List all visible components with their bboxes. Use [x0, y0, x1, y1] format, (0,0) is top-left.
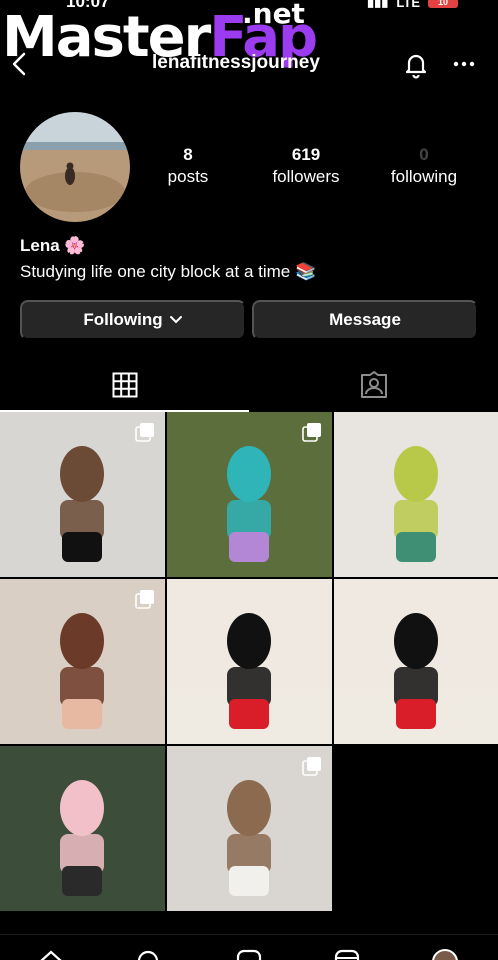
post-photo — [167, 579, 332, 744]
network-label: LTE — [396, 0, 420, 10]
followers-count: 619 — [291, 145, 321, 164]
following-button-label: Following — [83, 310, 163, 329]
followers-label: followers — [272, 167, 340, 186]
profile-avatar[interactable] — [20, 112, 130, 222]
multi-photo-icon — [302, 757, 321, 776]
post-thumbnail[interactable] — [0, 579, 165, 744]
bottom-nav — [0, 934, 498, 960]
following-count: 0 — [419, 145, 429, 164]
more-options-button[interactable] — [448, 48, 480, 80]
notifications-button[interactable] — [400, 48, 432, 80]
tab-tagged[interactable] — [249, 360, 498, 410]
post-thumbnail[interactable] — [0, 412, 165, 577]
post-photo — [334, 579, 498, 744]
post-thumbnail[interactable] — [167, 746, 332, 911]
posts-label: posts — [167, 167, 209, 186]
nav-create-button[interactable] — [236, 949, 262, 960]
multi-photo-icon — [135, 590, 154, 609]
back-arrow-icon — [12, 52, 26, 76]
followers-stat[interactable]: 619 followers — [262, 144, 350, 188]
profile-display-name: Lena 🌸 — [20, 236, 86, 255]
reels-icon — [334, 949, 360, 960]
chevron-down-icon — [169, 316, 182, 324]
search-icon — [137, 950, 159, 960]
more-dots-icon — [453, 61, 475, 67]
back-button[interactable] — [8, 50, 32, 78]
battery-icon: 10 — [428, 0, 458, 8]
top-nav: lenafitnessjourney — [0, 44, 498, 84]
home-icon — [40, 950, 62, 960]
tab-grid[interactable] — [0, 360, 249, 412]
post-thumbnail[interactable] — [334, 412, 498, 577]
post-thumbnail[interactable] — [167, 412, 332, 577]
nav-reels-button[interactable] — [334, 949, 360, 960]
posts-stat[interactable]: 8 posts — [158, 144, 218, 188]
nav-profile-avatar[interactable] — [432, 949, 458, 960]
post-thumbnail[interactable] — [334, 579, 498, 744]
post-photo — [0, 746, 165, 911]
message-button-label: Message — [329, 310, 401, 329]
multi-photo-icon — [302, 423, 321, 442]
post-photo — [334, 412, 498, 577]
avatar-photo — [20, 112, 130, 222]
profile-username: lenafitnessjourney — [152, 52, 320, 73]
multi-photo-icon — [135, 423, 154, 442]
nav-search-button[interactable] — [136, 949, 162, 960]
message-button[interactable]: Message — [252, 300, 478, 340]
bell-icon — [405, 54, 427, 79]
grid-icon — [112, 372, 137, 398]
status-indicators: ▮▮▮ LTE 10 — [367, 0, 458, 10]
posts-count: 8 — [183, 145, 193, 164]
profile-tabs — [0, 360, 498, 412]
following-stat[interactable]: 0 following — [380, 144, 468, 188]
post-thumbnail[interactable] — [167, 579, 332, 744]
post-thumbnail[interactable] — [0, 746, 165, 911]
signal-icon: ▮▮▮ — [366, 0, 389, 9]
profile-bio: Studying life one city block at a time 📚 — [20, 262, 317, 281]
create-icon — [236, 949, 262, 960]
tagged-icon — [360, 371, 387, 398]
following-button[interactable]: Following — [20, 300, 246, 340]
nav-home-button[interactable] — [38, 949, 64, 960]
following-label: following — [390, 167, 458, 186]
